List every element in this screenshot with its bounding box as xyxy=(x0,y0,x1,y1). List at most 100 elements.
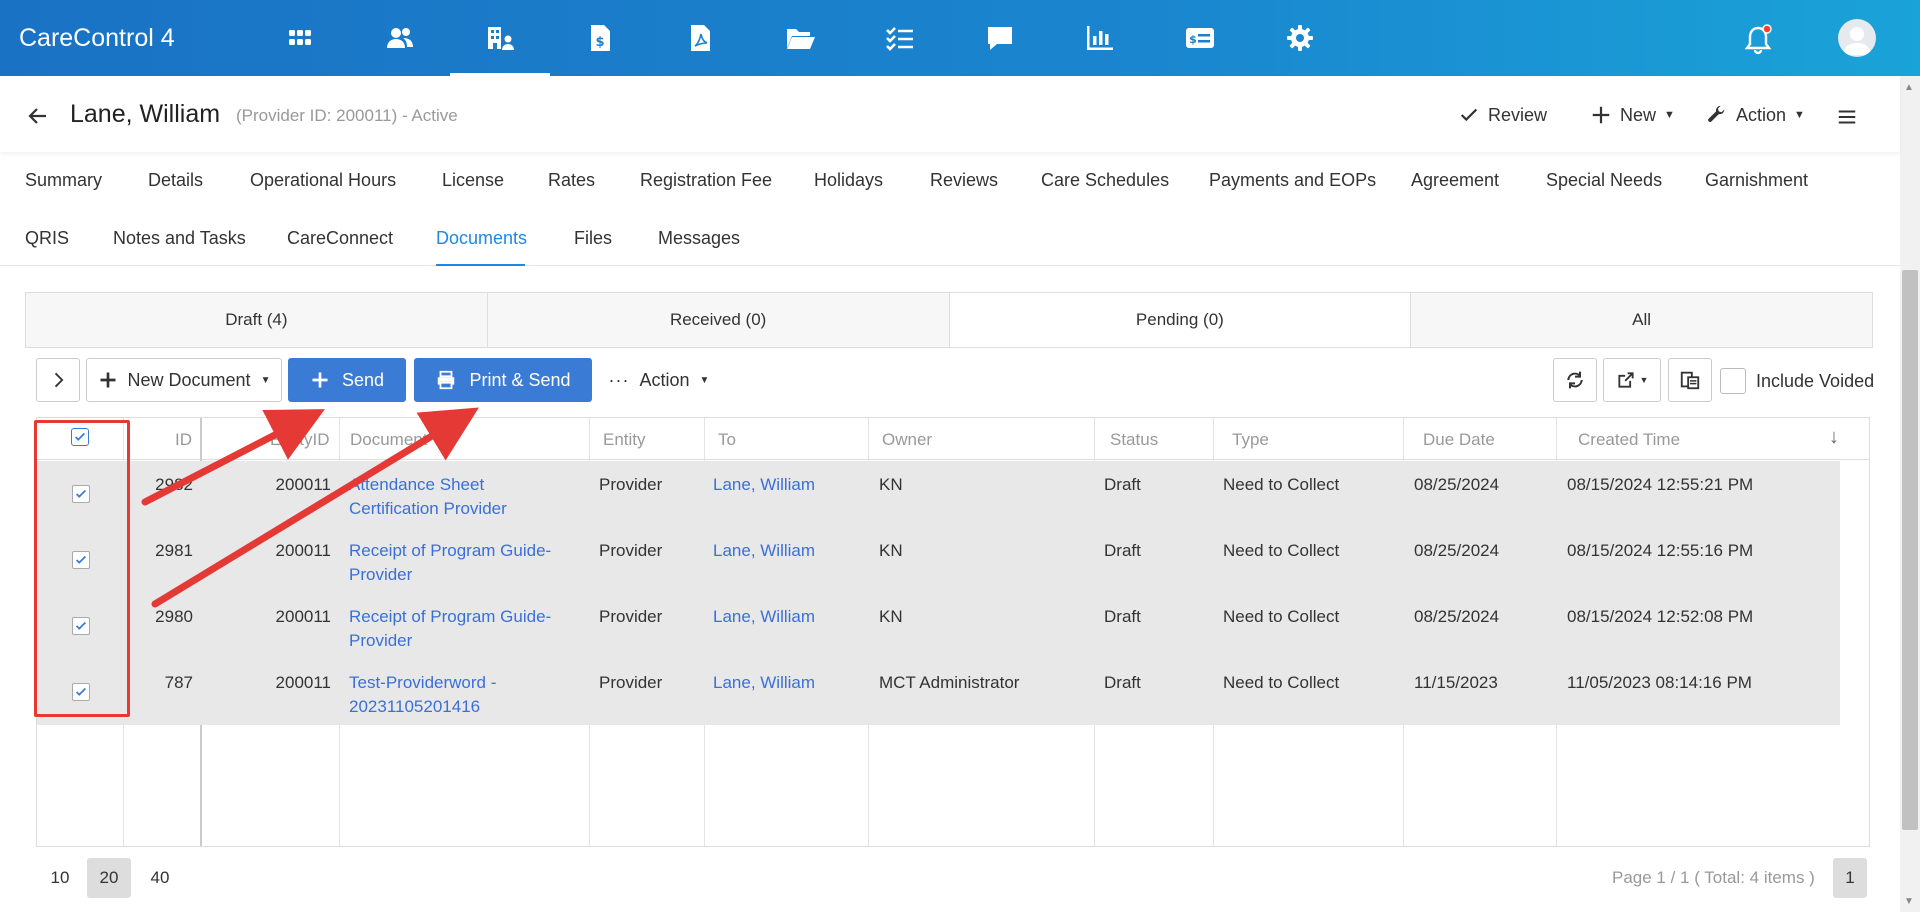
col-header-id[interactable]: ID xyxy=(175,430,192,450)
table-row[interactable]: 2980 200011 Receipt of Program Guide- Pro… xyxy=(37,593,1840,659)
page-size-10[interactable]: 10 xyxy=(38,858,82,898)
review-button[interactable]: Review xyxy=(1458,104,1547,126)
users-icon[interactable] xyxy=(350,16,450,76)
tab-notes-and-tasks[interactable]: Notes and Tasks xyxy=(113,228,246,249)
row-checkbox[interactable] xyxy=(72,617,90,635)
cell-entityid: 200011 xyxy=(275,475,331,494)
provider-building-icon[interactable] xyxy=(450,16,550,76)
tab-holidays[interactable]: Holidays xyxy=(814,170,883,191)
refresh-button[interactable] xyxy=(1553,358,1597,402)
back-arrow-icon[interactable] xyxy=(26,104,50,128)
scrollbar-thumb[interactable] xyxy=(1902,270,1918,830)
cell-document-link[interactable]: Receipt of Program Guide- Provider xyxy=(349,605,551,653)
app-title[interactable]: CareControl 4 xyxy=(19,24,175,53)
id-card-icon[interactable]: $ xyxy=(1150,16,1250,76)
cell-to-link[interactable]: Lane, William xyxy=(713,473,815,497)
new-button[interactable]: New ▼ xyxy=(1590,104,1675,126)
col-header-owner[interactable]: Owner xyxy=(882,430,932,450)
cell-document-link[interactable]: Receipt of Program Guide- Provider xyxy=(349,539,551,587)
select-all-checkbox[interactable] xyxy=(71,428,89,446)
scroll-up-arrow-icon[interactable]: ▲ xyxy=(1904,82,1914,93)
segment-all[interactable]: All xyxy=(1411,293,1872,347)
documents-grid: ID EntityID Document Entity To Owner Sta… xyxy=(36,417,1870,847)
provider-header: Lane, William (Provider ID: 200011) - Ac… xyxy=(0,76,1900,152)
tab-reviews[interactable]: Reviews xyxy=(930,170,998,191)
segment-received[interactable]: Received (0) xyxy=(487,293,950,347)
bar-chart-icon[interactable] xyxy=(1050,16,1150,76)
sort-descending-icon[interactable]: ↓ xyxy=(1829,426,1839,449)
table-row[interactable]: 787 200011 Test-Providerword - 2023110520… xyxy=(37,659,1840,725)
send-button[interactable]: Send xyxy=(288,358,406,402)
tab-qris[interactable]: QRIS xyxy=(25,228,69,249)
tab-details[interactable]: Details xyxy=(148,170,203,191)
scroll-down-arrow-icon[interactable]: ▼ xyxy=(1904,896,1914,907)
tab-rates[interactable]: Rates xyxy=(548,170,595,191)
table-row[interactable]: 2981 200011 Receipt of Program Guide- Pro… xyxy=(37,527,1840,593)
tab-messages[interactable]: Messages xyxy=(658,228,740,249)
tab-care-schedules[interactable]: Care Schedules xyxy=(1041,170,1169,191)
tab-registration-fee[interactable]: Registration Fee xyxy=(640,170,772,191)
cell-status: Draft xyxy=(1104,475,1141,494)
cell-document-link[interactable]: Test-Providerword - 20231105201416 xyxy=(349,671,496,719)
table-row[interactable]: 2982 200011 Attendance Sheet Certificatio… xyxy=(37,461,1840,527)
gear-icon[interactable] xyxy=(1250,16,1350,76)
cell-to-link[interactable]: Lane, William xyxy=(713,539,815,563)
caret-down-icon: ▼ xyxy=(1794,109,1805,121)
folder-open-icon[interactable] xyxy=(750,16,850,76)
col-header-entityid[interactable]: EntityID xyxy=(270,430,330,450)
tab-payments-and-eops[interactable]: Payments and EOPs xyxy=(1209,170,1376,191)
page-number-1[interactable]: 1 xyxy=(1833,858,1867,898)
checklist-icon[interactable] xyxy=(850,16,950,76)
notification-bell-icon[interactable] xyxy=(1740,22,1776,58)
hamburger-menu-icon[interactable] xyxy=(1836,106,1858,128)
provider-subtitle: (Provider ID: 200011) - Active xyxy=(236,106,458,125)
segment-draft[interactable]: Draft (4) xyxy=(26,293,488,347)
cell-entity: Provider xyxy=(599,673,663,692)
tab-special-needs[interactable]: Special Needs xyxy=(1546,170,1662,191)
action-button[interactable]: Action ▼ xyxy=(1706,104,1805,126)
new-document-button[interactable]: New Document ▼ xyxy=(86,358,282,402)
col-header-entity[interactable]: Entity xyxy=(603,430,646,450)
invoice-dollar-icon[interactable]: $ xyxy=(550,16,650,76)
column-chooser-button[interactable] xyxy=(1668,358,1712,402)
row-checkbox[interactable] xyxy=(72,551,90,569)
tab-agreement[interactable]: Agreement xyxy=(1411,170,1499,191)
tab-files[interactable]: Files xyxy=(574,228,612,249)
pdf-file-icon[interactable] xyxy=(650,16,750,76)
user-avatar[interactable] xyxy=(1838,19,1876,57)
segment-pending[interactable]: Pending (0) xyxy=(949,293,1412,347)
page-size-40[interactable]: 40 xyxy=(138,858,182,898)
row-checkbox[interactable] xyxy=(72,485,90,503)
include-voided-checkbox[interactable] xyxy=(1720,368,1746,394)
tab-operational-hours[interactable]: Operational Hours xyxy=(250,170,396,191)
tab-summary[interactable]: Summary xyxy=(25,170,102,191)
col-header-status[interactable]: Status xyxy=(1110,430,1158,450)
chat-icon[interactable] xyxy=(950,16,1050,76)
expand-panel-button[interactable] xyxy=(36,358,80,402)
page-size-20[interactable]: 20 xyxy=(87,858,131,898)
row-checkbox[interactable] xyxy=(72,683,90,701)
svg-text:$: $ xyxy=(595,35,604,50)
cell-to-link[interactable]: Lane, William xyxy=(713,605,815,629)
cell-due-date: 11/15/2023 xyxy=(1414,673,1498,692)
include-voided-toggle[interactable]: Include Voided xyxy=(1720,368,1874,394)
review-label: Review xyxy=(1488,104,1548,125)
export-button[interactable]: ▼ xyxy=(1603,358,1661,402)
tab-documents[interactable]: Documents xyxy=(436,228,527,249)
apps-grid-icon[interactable] xyxy=(250,16,350,76)
col-header-document[interactable]: Document xyxy=(350,430,427,450)
cell-to-link[interactable]: Lane, William xyxy=(713,671,815,695)
col-header-created-time[interactable]: Created Time xyxy=(1578,430,1680,450)
cell-document-link[interactable]: Attendance Sheet Certification Provider xyxy=(349,473,507,521)
tab-license[interactable]: License xyxy=(442,170,504,191)
action-label: Action xyxy=(1736,104,1787,125)
document-line-1: Receipt of Program Guide- xyxy=(349,607,552,626)
col-header-to[interactable]: To xyxy=(718,430,736,450)
grid-action-button[interactable]: ··· Action ▼ xyxy=(600,358,718,402)
col-header-due-date[interactable]: Due Date xyxy=(1423,430,1495,450)
tab-garnishment[interactable]: Garnishment xyxy=(1705,170,1808,191)
print-and-send-button[interactable]: Print & Send xyxy=(414,358,592,402)
col-header-type[interactable]: Type xyxy=(1232,430,1269,450)
check-icon xyxy=(1460,108,1478,122)
tab-careconnect[interactable]: CareConnect xyxy=(287,228,393,249)
